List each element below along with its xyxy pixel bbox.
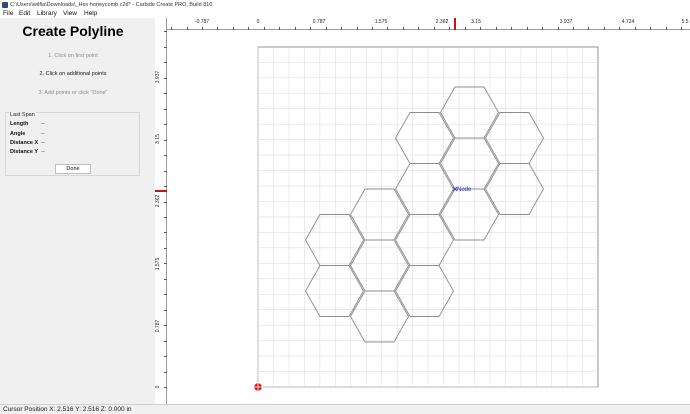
ruler-tick xyxy=(341,27,343,30)
ruler-tick xyxy=(164,356,167,358)
ruler-tick xyxy=(164,186,167,187)
ruler-tick xyxy=(526,27,528,30)
ruler-tick xyxy=(665,27,667,30)
ruler-top-label: 0.787 xyxy=(312,19,326,25)
ruler-tick xyxy=(164,139,167,141)
ruler-tick xyxy=(164,247,167,249)
ruler-tick xyxy=(232,27,234,30)
ruler-tick xyxy=(480,27,482,30)
ruler-tick xyxy=(418,27,420,30)
ruler-tick xyxy=(201,27,203,30)
ruler-top-label: 3.15 xyxy=(471,19,481,25)
ruler-tick xyxy=(164,371,167,373)
node-label: Node xyxy=(457,187,472,193)
ruler-tick xyxy=(164,309,167,311)
ruler-tick xyxy=(356,27,358,30)
status-bar: Cursor Position X: 2.516 Y: 2.516 Z: 0.0… xyxy=(0,404,690,414)
ruler-tick xyxy=(171,27,172,30)
ruler-vertical: 3.937 3.15 2.362 1.575 0.787 0 xyxy=(155,18,167,404)
ruler-tick xyxy=(164,170,167,172)
ruler-tick xyxy=(217,27,219,30)
ruler-tick xyxy=(164,108,167,110)
ruler-tick xyxy=(588,27,590,30)
ruler-tick xyxy=(310,27,312,30)
ruler-tick xyxy=(164,77,167,79)
ruler-tick xyxy=(634,27,636,30)
ruler-tick xyxy=(164,124,167,126)
ruler-tick xyxy=(402,27,404,30)
ruler-tick xyxy=(186,27,188,30)
ruler-top-label: 0 xyxy=(256,19,260,25)
ruler-tick xyxy=(164,93,167,95)
ruler-top-label: -0.787 xyxy=(194,19,210,25)
ruler-tick xyxy=(542,27,543,30)
ruler-tick xyxy=(164,155,167,157)
ruler-horizontal: -0.787 0 0.787 1.575 2.362 3.15 3.937 4.… xyxy=(155,18,690,30)
ruler-tick xyxy=(619,27,621,30)
ruler-tick xyxy=(164,294,167,296)
ruler-top-label: 4.724 xyxy=(621,19,635,25)
ruler-top-label: 2.362 xyxy=(435,19,449,25)
ruler-tick xyxy=(164,387,167,388)
ruler-top-label: 1.575 xyxy=(374,19,388,25)
ruler-tick xyxy=(681,27,683,30)
app-window: C:\Users\wilfla\Downloads\_Hex honeycomb… xyxy=(0,0,690,414)
ruler-tick xyxy=(294,27,296,30)
ruler-tick xyxy=(573,27,574,30)
ruler-tick xyxy=(464,27,466,30)
ruler-top-label: 5.5 xyxy=(681,19,689,25)
cursor-marker-vertical xyxy=(155,190,167,192)
ruler-tick xyxy=(164,46,167,48)
ruler-tick xyxy=(650,27,652,30)
ruler-tick xyxy=(164,62,167,64)
ruler-tick xyxy=(263,27,265,30)
ruler-tick xyxy=(557,27,559,30)
ruler-tick xyxy=(603,27,605,30)
ruler-tick xyxy=(387,27,389,30)
ruler-tick xyxy=(449,27,451,30)
ruler-tick xyxy=(248,27,250,30)
ruler-tick xyxy=(495,27,497,30)
ruler-tick xyxy=(164,216,167,218)
ruler-tick xyxy=(279,27,281,30)
ruler-tick xyxy=(164,232,167,234)
cursor-marker-horizontal xyxy=(454,18,456,30)
ruler-tick xyxy=(433,27,435,30)
ruler-tick xyxy=(164,201,167,203)
ruler-tick xyxy=(164,31,167,33)
ruler-top-label: 3.937 xyxy=(559,19,573,25)
ruler-tick xyxy=(164,340,167,342)
ruler-tick xyxy=(164,263,167,265)
ruler-tick xyxy=(325,27,327,30)
ruler-tick xyxy=(372,27,373,30)
ruler-tick xyxy=(164,278,167,280)
ruler-tick xyxy=(164,325,167,327)
drawing-layer[interactable]: Node xyxy=(0,0,690,414)
ruler-tick xyxy=(511,27,513,30)
